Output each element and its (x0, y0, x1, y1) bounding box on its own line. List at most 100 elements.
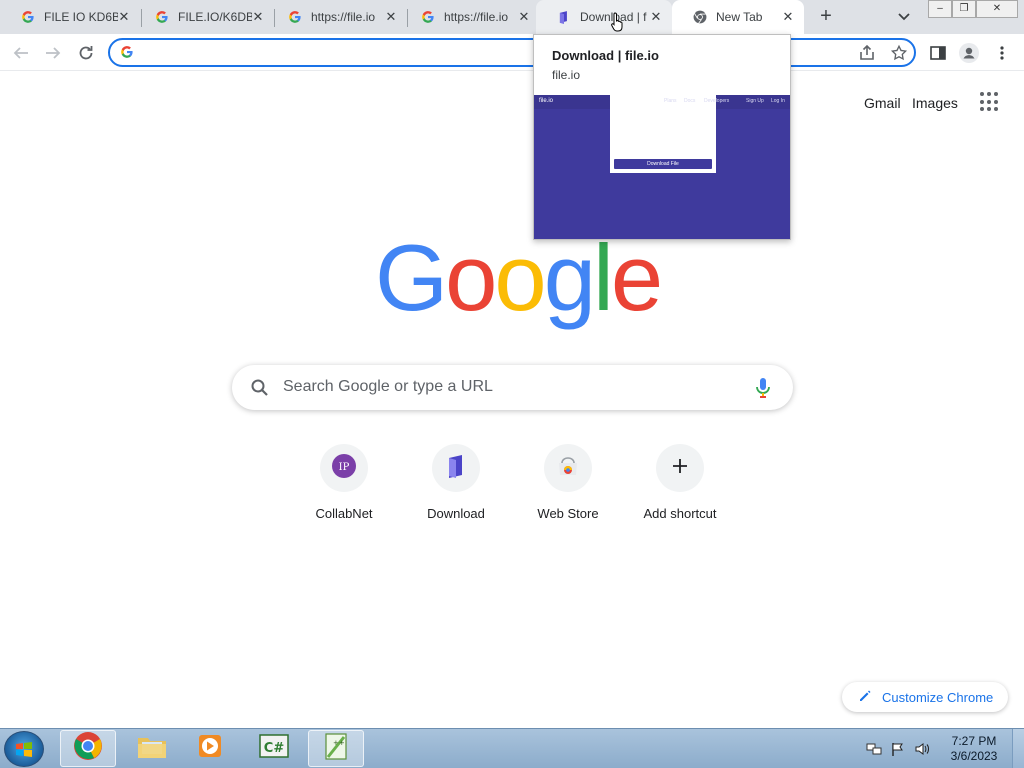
tab-title: https://file.io (444, 10, 509, 24)
svg-text:IP: IP (339, 462, 350, 473)
close-icon[interactable]: ✕ (250, 9, 266, 25)
reload-icon[interactable] (75, 42, 97, 64)
search-input[interactable] (283, 376, 723, 398)
shortcut-tile (432, 444, 480, 492)
clock-time: 7:27 PM (951, 734, 997, 748)
shortcut-web-store[interactable]: Web Store (512, 440, 624, 536)
customize-label: Customize Chrome (882, 689, 994, 705)
svg-text:++: ++ (333, 739, 345, 747)
close-icon[interactable]: ✕ (780, 9, 796, 25)
shortcut-label: CollabNet (315, 506, 373, 521)
hovercard-domain: file.io (552, 68, 581, 82)
tab-4[interactable]: https://file.io ✕ (400, 0, 540, 34)
preview-nav-link: Docs (684, 98, 696, 104)
google-logo: Google (375, 225, 663, 330)
fileio-icon (556, 9, 572, 25)
chrome-icon (73, 731, 103, 766)
csharp-icon: C# (259, 733, 289, 764)
pencil-icon (858, 689, 874, 705)
taskbar-chrome[interactable] (60, 730, 116, 767)
shortcut-label: Download (427, 506, 485, 521)
preview-download-button: Download File (614, 159, 712, 169)
logo-letter: e (610, 225, 663, 330)
shortcut-tile: IP (320, 444, 368, 492)
volume-icon[interactable] (914, 741, 930, 757)
google-g-icon (120, 45, 136, 61)
google-g-icon (154, 9, 170, 25)
shortcut-label: Add shortcut (643, 506, 717, 521)
tab-title: https://file.io (311, 10, 376, 24)
close-icon[interactable]: ✕ (648, 9, 664, 25)
google-g-icon (420, 9, 436, 25)
images-link[interactable]: Images (912, 95, 958, 111)
network-icon[interactable] (866, 741, 882, 757)
screen: FILE IO KD6B ✕ FILE.IO/K6DB ✕ https://fi… (0, 0, 1024, 768)
tab-1[interactable]: FILE IO KD6B ✕ (0, 0, 140, 34)
chevron-down-icon[interactable] (894, 9, 914, 25)
tab-title: FILE.IO/K6DB (178, 10, 252, 24)
taskbar-file-explorer[interactable] (124, 730, 180, 767)
notepad-plus-icon: ++ (322, 731, 350, 766)
fileio-icon (445, 454, 467, 483)
star-bookmark-icon[interactable] (888, 42, 910, 64)
google-g-icon (20, 9, 36, 25)
shortcut-label: Web Store (537, 506, 599, 521)
address-bar[interactable] (108, 38, 916, 67)
taskbar-csharp-editor[interactable]: C# (246, 730, 302, 767)
taskbar-media-player[interactable] (182, 730, 238, 767)
file-explorer-icon (136, 732, 168, 765)
share-icon[interactable] (856, 42, 878, 64)
search-icon (250, 378, 270, 398)
show-desktop-button[interactable] (1012, 729, 1024, 768)
microphone-icon[interactable] (754, 376, 772, 400)
svg-text:C#: C# (264, 741, 285, 756)
start-button[interactable] (4, 731, 44, 767)
preview-logo: file.io (539, 98, 554, 104)
restore-button[interactable]: ❐ (952, 0, 976, 18)
shortcut-collabnet[interactable]: IP CollabNet (288, 440, 400, 536)
preview-nav-link: Plans (664, 98, 677, 104)
tab-5[interactable]: Download | f ✕ (536, 0, 672, 34)
more-menu-icon[interactable] (991, 42, 1013, 64)
clock-date: 3/6/2023 (950, 749, 998, 763)
logo-letter: o (494, 225, 546, 330)
logo-letter: o (445, 225, 497, 330)
close-icon[interactable]: ✕ (116, 9, 132, 25)
close-window-button[interactable]: ✕ (976, 0, 1018, 18)
side-panel-icon[interactable] (927, 42, 949, 64)
webstore-icon (556, 454, 580, 483)
minimize-button[interactable]: – (928, 0, 952, 18)
tab-preview-thumbnail: file.io Plans Docs Developers Sign Up Lo… (534, 95, 790, 239)
tab-2[interactable]: FILE.IO/K6DB ✕ (134, 0, 274, 34)
shortcut-tile (544, 444, 592, 492)
back-arrow-icon[interactable] (10, 42, 32, 64)
shortcut-download[interactable]: Download (400, 440, 512, 536)
apps-grid-icon[interactable] (980, 92, 1000, 112)
taskbar-notepad-plus[interactable]: ++ (308, 730, 364, 767)
close-icon[interactable]: ✕ (383, 9, 399, 25)
logo-letter: l (592, 225, 614, 330)
new-tab-button[interactable]: + (814, 6, 838, 28)
profile-avatar-icon[interactable] (958, 42, 980, 64)
tab-title: FILE IO KD6B (44, 10, 118, 24)
close-icon[interactable]: ✕ (516, 9, 532, 25)
tab-3[interactable]: https://file.io ✕ (267, 0, 407, 34)
tab-strip: FILE IO KD6B ✕ FILE.IO/K6DB ✕ https://fi… (0, 0, 1024, 34)
tab-6-active[interactable]: New Tab ✕ (672, 0, 804, 34)
forward-arrow-icon[interactable] (42, 42, 64, 64)
customize-chrome-button[interactable]: Customize Chrome (842, 682, 1008, 712)
logo-letter: g (543, 225, 596, 330)
media-player-icon (196, 732, 224, 765)
gmail-link[interactable]: Gmail (864, 95, 901, 111)
plus-icon (672, 458, 688, 479)
browser-toolbar (0, 34, 1024, 71)
chrome-icon (692, 9, 708, 25)
preview-nav-link: Log In (771, 98, 785, 104)
google-g-icon (287, 9, 303, 25)
shortcut-tile (656, 444, 704, 492)
search-box[interactable] (232, 365, 793, 410)
action-center-flag-icon[interactable] (890, 741, 906, 757)
shortcut-add[interactable]: Add shortcut (624, 440, 736, 536)
preview-nav-link: Developers (704, 98, 730, 104)
system-clock[interactable]: 7:27 PM 3/6/2023 (946, 734, 1002, 764)
